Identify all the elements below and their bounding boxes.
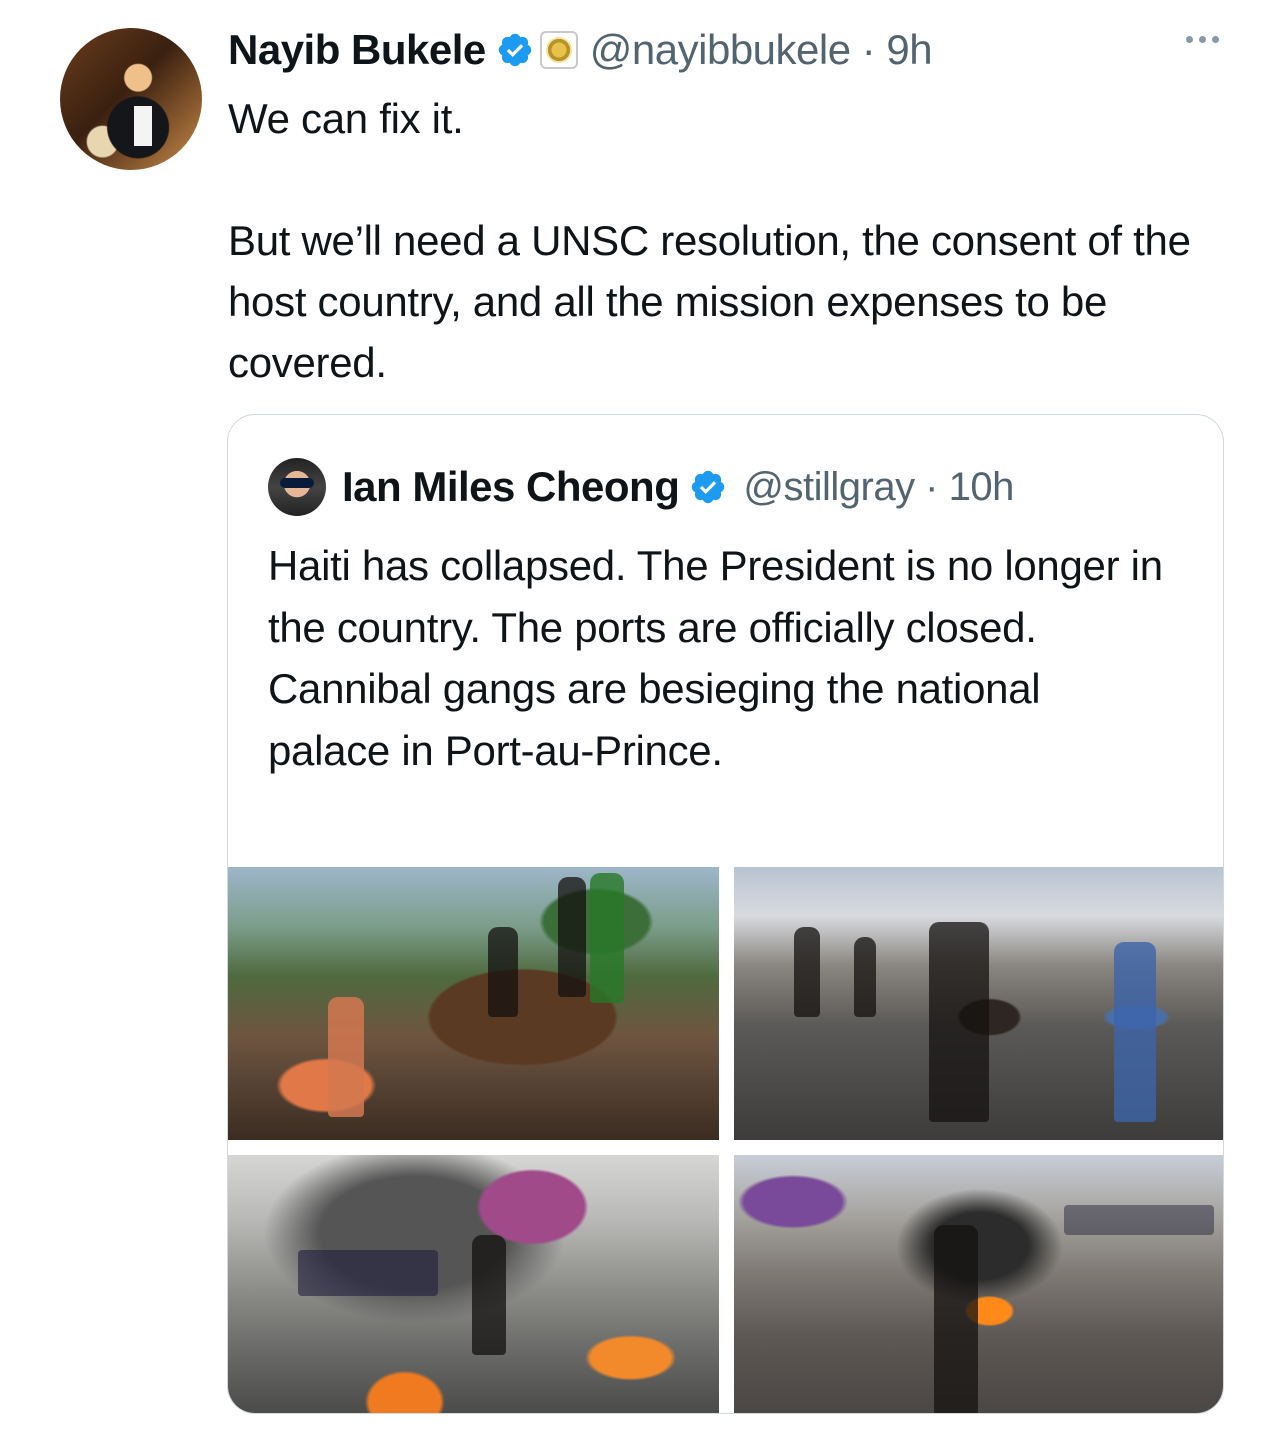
quoted-tweet-header: Ian Miles Cheong @stillgray · 10h	[268, 457, 1014, 517]
verified-badge-icon[interactable]	[496, 31, 534, 69]
media-photo-3[interactable]	[228, 1155, 719, 1413]
quoted-tweet[interactable]: Ian Miles Cheong @stillgray · 10h Haiti …	[227, 414, 1224, 1414]
media-photo-4[interactable]	[734, 1155, 1223, 1413]
author-handle-and-time[interactable]: @nayibbukele · 9h	[590, 26, 933, 74]
quoted-author-name[interactable]: Ian Miles Cheong	[342, 463, 680, 511]
author-avatar[interactable]	[60, 28, 202, 170]
media-photo-2[interactable]	[734, 867, 1223, 1140]
tweet-text-line1: We can fix it.	[228, 95, 464, 142]
tweet-text-paragraph2: But we’ll need a UNSC resolution, the co…	[228, 217, 1191, 386]
media-grid	[228, 867, 1223, 1413]
quoted-author-handle-and-time[interactable]: @stillgray · 10h	[743, 465, 1014, 510]
quoted-author-avatar[interactable]	[268, 458, 326, 516]
more-options-icon[interactable]	[1186, 36, 1219, 43]
tweet-header: Nayib Bukele @nayibbukele · 9h	[228, 22, 933, 78]
media-photo-1[interactable]	[228, 867, 719, 1140]
tweet-text: We can fix it. But we’ll need a UNSC res…	[228, 88, 1238, 393]
quoted-tweet-text: Haiti has collapsed. The President is no…	[268, 542, 1163, 774]
verified-badge-icon[interactable]	[689, 468, 727, 506]
government-seal-icon[interactable]	[539, 31, 578, 69]
tweet[interactable]: Nayib Bukele @nayibbukele · 9h We can fi…	[0, 0, 1283, 1432]
author-name[interactable]: Nayib Bukele	[228, 26, 486, 74]
